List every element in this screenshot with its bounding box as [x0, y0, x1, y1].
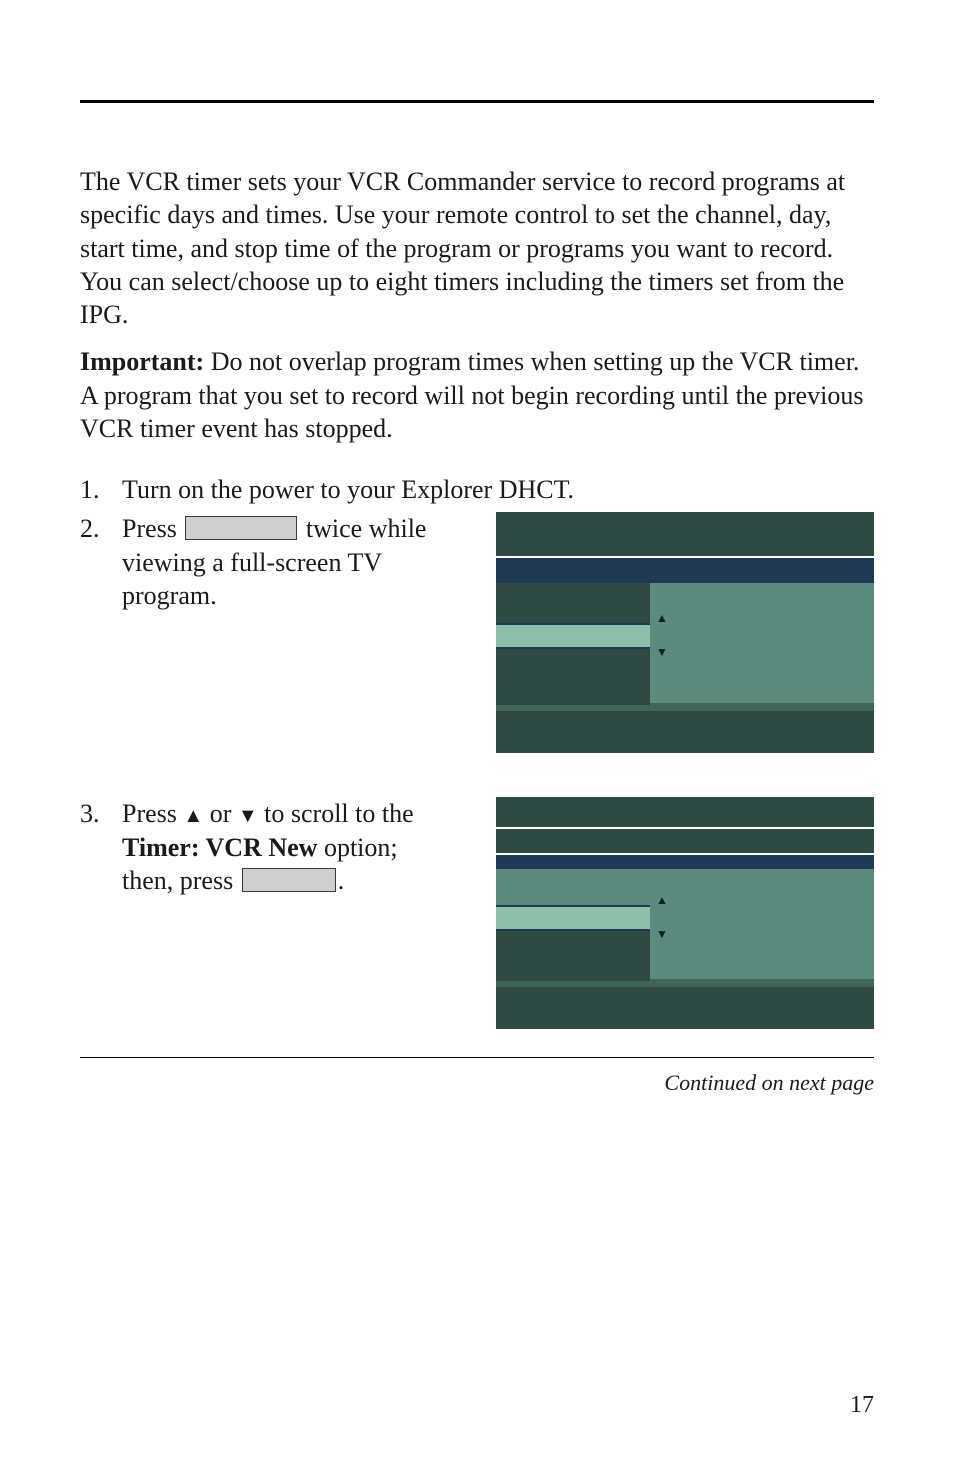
down-arrow-icon: ▼: [656, 929, 668, 939]
up-arrow-icon: ▲: [656, 895, 668, 905]
step3-bold: Timer: VCR New: [122, 833, 317, 862]
step-2-row: 2. Press twice while viewing a full-scre…: [80, 512, 874, 753]
up-arrow-icon: ▲: [656, 613, 668, 623]
step-text: Press ▲ or ▼ to scroll to the Timer: VCR…: [122, 797, 450, 897]
menu-screenshot-1: ▲ ▼: [496, 512, 874, 753]
down-arrow-icon: ▼: [656, 647, 668, 657]
important-paragraph: Important: Do not overlap program times …: [80, 345, 874, 445]
step-number: 3.: [80, 797, 122, 830]
step-3-figure-col: ▲ ▼: [474, 797, 874, 1029]
step3-mid: or: [203, 799, 238, 828]
step-1: 1. Turn on the power to your Explorer DH…: [80, 473, 874, 506]
step-number: 2.: [80, 512, 122, 545]
step-2-figure-col: ▲ ▼: [474, 512, 874, 753]
step-number: 1.: [80, 473, 122, 506]
intro-paragraph: The VCR timer sets your VCR Commander se…: [80, 165, 874, 331]
step-2-left: 2. Press twice while viewing a full-scre…: [80, 512, 450, 612]
step-2: 2. Press twice while viewing a full-scre…: [80, 512, 450, 612]
steps-list: 1. Turn on the power to your Explorer DH…: [80, 473, 874, 1029]
step3-post1: to scroll to the: [258, 799, 414, 828]
top-rule: [80, 100, 874, 103]
bottom-rule: [80, 1057, 874, 1058]
continued-note: Continued on next page: [80, 1070, 874, 1096]
step-3: 3. Press ▲ or ▼ to scroll to the Timer: …: [80, 797, 450, 897]
down-triangle-icon: ▼: [238, 804, 258, 830]
page-number: 17: [850, 1392, 874, 1419]
step-3-row: 3. Press ▲ or ▼ to scroll to the Timer: …: [80, 797, 874, 1029]
step2-pre: Press: [122, 514, 183, 543]
step-text: Turn on the power to your Explorer DHCT.: [122, 473, 874, 506]
step3-end: .: [338, 866, 345, 895]
remote-button-placeholder: [185, 516, 297, 540]
up-triangle-icon: ▲: [183, 804, 203, 830]
manual-page: The VCR timer sets your VCR Commander se…: [0, 0, 954, 1475]
remote-button-placeholder: [242, 868, 336, 892]
step-text: Press twice while viewing a full-screen …: [122, 512, 450, 612]
step3-pre: Press: [122, 799, 183, 828]
important-label: Important:: [80, 347, 204, 376]
step-3-left: 3. Press ▲ or ▼ to scroll to the Timer: …: [80, 797, 450, 897]
menu-screenshot-2: ▲ ▼: [496, 797, 874, 1029]
